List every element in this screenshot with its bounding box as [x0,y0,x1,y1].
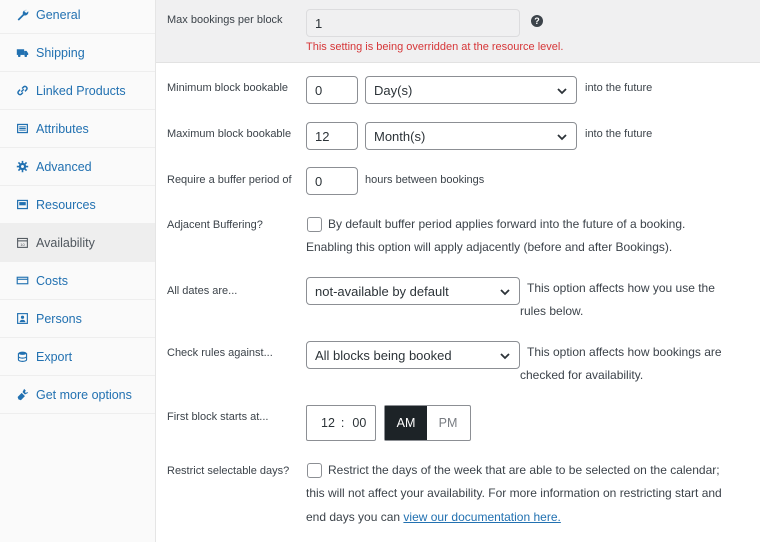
time-minute[interactable]: 00 [352,416,366,430]
calendar-icon: 10 [15,236,29,250]
sidebar-item-advanced[interactable]: Advanced [0,148,155,186]
chevron-down-icon [557,134,567,141]
max-block-label: Maximum block bookable [167,128,292,140]
sidebar-item-export[interactable]: Export [0,338,155,376]
all-dates-desc-line1: This option affects how you use the [527,281,715,295]
truck-icon [15,46,29,60]
am-pm-toggle: AM PM [384,405,471,441]
check-rules-label: Check rules against... [167,347,273,359]
product-data-sidebar: General Shipping Linked Products Attribu… [0,0,156,542]
max-bookings-label: Max bookings per block [167,14,283,26]
buffer-input[interactable]: 0 [306,167,358,195]
max-bookings-value: 1 [315,15,323,31]
resource-icon [15,198,29,212]
adjacent-checkbox[interactable] [307,217,322,232]
first-block-label: First block starts at... [167,411,269,423]
sidebar-item-label: Persons [36,311,82,326]
pm-option[interactable]: PM [427,406,469,440]
sidebar-item-general[interactable]: General [0,0,155,34]
sidebar-item-availability[interactable]: 10 Availability [0,224,155,262]
adjacent-desc-line2: Enabling this option will apply adjacent… [306,240,673,254]
plugin-icon [15,388,29,402]
adjacent-label: Adjacent Buffering? [167,219,263,231]
first-block-time-input[interactable]: 12 : 00 [306,405,376,441]
chevron-down-icon [557,88,567,95]
sidebar-item-label: General [36,7,81,22]
gear-icon [15,160,29,174]
all-dates-select[interactable]: not-available by default [306,277,520,305]
time-hour[interactable]: 12 [321,416,335,430]
chevron-down-icon [500,353,510,360]
max-bookings-row: Max bookings per block 1 ? This setting … [156,0,760,63]
sidebar-item-resources[interactable]: Resources [0,186,155,224]
check-rules-select[interactable]: All blocks being booked [306,341,520,369]
sidebar-item-label: Shipping [36,45,85,60]
override-warning: This setting is being overridden at the … [306,41,564,53]
check-rules-desc-line1: This option affects how bookings are [527,345,722,359]
help-icon[interactable]: ? [531,15,543,27]
time-separator: : [340,416,345,430]
sidebar-item-label: Availability [36,235,95,250]
sidebar-item-label: Get more options [36,387,132,402]
list-icon [15,122,29,136]
restrict-desc-line3: end days you can view our documentation … [306,506,561,529]
max-block-value: 12 [315,128,330,144]
sidebar-item-persons[interactable]: Persons [0,300,155,338]
sidebar-item-attributes[interactable]: Attributes [0,110,155,148]
link-icon [15,84,29,98]
max-block-after: into the future [585,128,653,140]
max-bookings-input[interactable]: 1 [306,9,520,37]
am-option[interactable]: AM [385,406,427,440]
min-block-after: into the future [585,82,653,94]
buffer-label: Require a buffer period of [167,174,292,186]
buffer-value: 0 [315,173,323,189]
buffer-after: hours between bookings [365,174,485,186]
restrict-desc-prefix: end days you can [306,510,404,524]
all-dates-desc-line2: rules below. [520,304,584,318]
sidebar-item-shipping[interactable]: Shipping [0,34,155,72]
min-block-value: 0 [315,82,323,98]
min-block-unit-select[interactable]: Day(s) [365,76,577,104]
card-icon [15,274,29,288]
sidebar-item-linked-products[interactable]: Linked Products [0,72,155,110]
restrict-checkbox[interactable] [307,463,322,478]
availability-panel: Max bookings per block 1 ? This setting … [156,0,760,542]
max-block-unit-value: Month(s) [374,128,426,144]
sidebar-item-label: Export [36,349,73,364]
sidebar-item-costs[interactable]: Costs [0,262,155,300]
all-dates-label: All dates are... [167,285,238,297]
chevron-down-icon [500,289,510,296]
documentation-link[interactable]: view our documentation here. [403,510,560,524]
restrict-desc-line2: this will not affect your availability. … [306,486,722,500]
min-block-label: Minimum block bookable [167,82,289,94]
max-block-unit-select[interactable]: Month(s) [365,122,577,150]
restrict-label: Restrict selectable days? [167,465,290,477]
wrench-icon [15,8,29,22]
sidebar-item-label: Attributes [36,121,89,136]
check-rules-desc-line2: checked for availability. [520,368,644,382]
person-icon [15,312,29,326]
svg-text:10: 10 [20,242,25,247]
restrict-desc-line1: Restrict the days of the week that are a… [328,463,720,477]
sidebar-item-get-more-options[interactable]: Get more options [0,376,155,414]
min-block-input[interactable]: 0 [306,76,358,104]
database-icon [15,350,29,364]
sidebar-item-label: Advanced [36,159,92,174]
check-rules-value: All blocks being booked [315,347,452,363]
sidebar-item-label: Resources [36,197,96,212]
min-block-unit-value: Day(s) [374,82,413,98]
max-block-input[interactable]: 12 [306,122,358,150]
all-dates-value: not-available by default [315,283,449,299]
sidebar-item-label: Costs [36,273,68,288]
adjacent-desc-line1: By default buffer period applies forward… [328,217,686,231]
sidebar-item-label: Linked Products [36,83,126,98]
